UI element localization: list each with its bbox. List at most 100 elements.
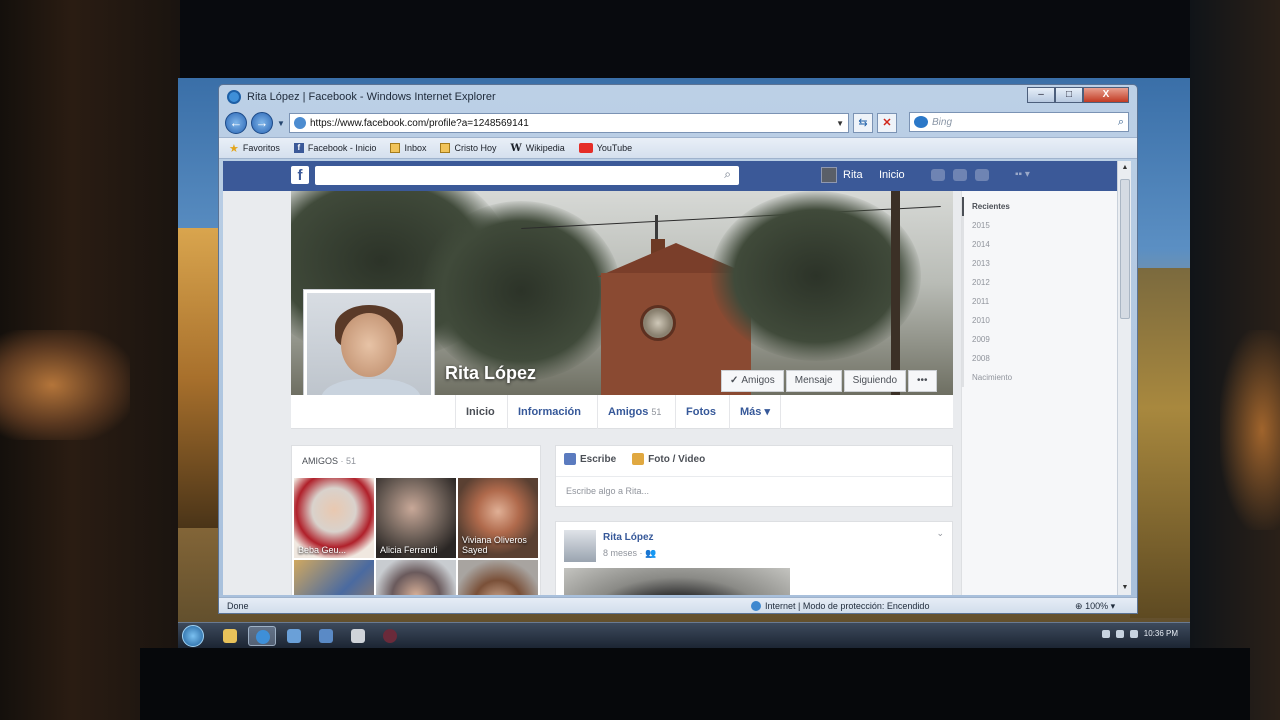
friend-tile[interactable]: Alicia Ferrandi (376, 478, 456, 558)
back-button[interactable]: ← (225, 112, 247, 134)
taskbar-app[interactable] (344, 626, 372, 646)
favorite-youtube[interactable]: YouTube (578, 143, 633, 153)
friend-name: Viviana Oliveros Sayed (462, 535, 527, 555)
tab-informacion[interactable]: Información (507, 395, 591, 429)
timeline-item[interactable]: 2015 (962, 216, 1117, 235)
post-author[interactable]: Rita López (603, 532, 654, 543)
refresh-button[interactable]: ⇆ (853, 113, 873, 133)
search-icon[interactable]: ⌕ (1118, 116, 1124, 129)
title-bar[interactable]: Rita López | Facebook - Windows Internet… (219, 85, 1137, 109)
post-photo[interactable] (564, 568, 790, 595)
clock[interactable]: 10:36 PM (1144, 629, 1178, 638)
tab-inicio[interactable]: Inicio (455, 395, 505, 429)
zoom-control[interactable]: ⊕ 100% ▾ (1075, 601, 1115, 612)
volume-icon[interactable] (1115, 629, 1124, 638)
scroll-thumb[interactable] (1120, 179, 1130, 319)
ie-icon (256, 630, 270, 644)
friend-tile[interactable] (458, 560, 538, 595)
favorites-button[interactable]: ★ Favoritos (229, 142, 280, 155)
favorite-label: Facebook - Inicio (307, 143, 377, 153)
taskbar-media[interactable] (376, 626, 404, 646)
favorite-facebook[interactable]: f Facebook - Inicio (293, 143, 377, 153)
timeline-item[interactable]: Recientes (962, 197, 1117, 216)
avatar[interactable] (564, 530, 596, 562)
timeline-item[interactable]: 2011 (962, 292, 1117, 311)
favorites-label: Favoritos (242, 143, 280, 153)
taskbar-explorer[interactable] (216, 626, 244, 646)
zoom-dropdown-icon: ▾ (1110, 601, 1116, 611)
history-dropdown-icon[interactable]: ▼ (277, 119, 285, 128)
address-dropdown-icon[interactable]: ▼ (836, 119, 844, 128)
profile-name[interactable]: Rita López (445, 363, 536, 384)
messages-icon[interactable] (953, 169, 967, 181)
friend-tile[interactable]: Beba Geu... (294, 478, 374, 558)
facebook-search-input[interactable]: ⌕ (315, 166, 739, 185)
status-bar: Done Internet | Modo de protección: Ence… (219, 597, 1137, 613)
home-link[interactable]: Inicio (879, 169, 905, 181)
tab-fotos[interactable]: Fotos (675, 395, 726, 429)
photo-video-button[interactable]: Foto / Video (632, 453, 705, 465)
friend-tile[interactable]: Viviana Oliveros Sayed (458, 478, 538, 558)
friend-requests-icon[interactable] (931, 169, 945, 181)
write-post-button[interactable]: Escribe (564, 453, 616, 465)
network-icon[interactable] (1101, 629, 1110, 638)
timeline-item[interactable]: 2010 (962, 311, 1117, 330)
profile-link[interactable]: Rita (821, 167, 863, 183)
tab-mas[interactable]: Más ▾ (729, 395, 781, 429)
friend-tile[interactable] (376, 560, 456, 595)
status-text: Done (227, 601, 249, 611)
message-button[interactable]: Mensaje (785, 370, 842, 392)
facebook-top-bar: f ⌕ Rita Inicio ▪▪ ▾ (223, 161, 1131, 191)
taskbar-security[interactable] (312, 626, 340, 646)
search-input[interactable]: Bing ⌕ (909, 112, 1129, 132)
window-controls: – □ X (1027, 87, 1129, 103)
favorite-cristo-hoy[interactable]: Cristo Hoy (440, 143, 496, 153)
post-options-icon[interactable]: ⌄ (936, 528, 944, 539)
zoom-icon: ⊕ (1075, 601, 1083, 611)
scroll-down-icon[interactable]: ▼ (1118, 581, 1131, 595)
favorite-inbox[interactable]: Inbox (390, 143, 426, 153)
favorite-wikipedia[interactable]: W Wikipedia (510, 143, 564, 154)
friend-tile[interactable] (294, 560, 374, 595)
timeline-item[interactable]: Nacimiento (962, 368, 1117, 387)
cover-cross (655, 215, 658, 239)
address-url[interactable]: https://www.facebook.com/profile?a=12485… (310, 118, 832, 129)
following-button[interactable]: Siguiendo (843, 370, 907, 392)
close-button[interactable]: X (1083, 87, 1129, 103)
security-zone[interactable]: Internet | Modo de protección: Encendido (751, 601, 929, 611)
minimize-button[interactable]: – (1027, 87, 1055, 103)
room-right-background (1190, 0, 1280, 720)
facebook-logo-icon[interactable]: f (291, 166, 309, 184)
timeline-item[interactable]: 2008 (962, 349, 1117, 368)
start-button[interactable] (182, 625, 204, 647)
post-time[interactable]: 8 meses · (603, 548, 645, 558)
maximize-button[interactable]: □ (1055, 87, 1083, 103)
timeline-item[interactable]: 2012 (962, 273, 1117, 292)
favorite-label: Wikipedia (525, 143, 565, 153)
tab-amigos[interactable]: Amigos 51 (597, 395, 671, 429)
settings-dropdown-icon[interactable]: ▪▪ ▾ (1015, 169, 1030, 180)
friends-button[interactable]: ✓ Amigos (721, 370, 784, 392)
composer-input[interactable]: Escribe algo a Rita... (556, 476, 952, 508)
search-icon[interactable]: ⌕ (724, 167, 731, 182)
timeline-item[interactable]: 2014 (962, 235, 1117, 254)
page-content: f ⌕ Rita Inicio ▪▪ ▾ Rita López ✓ Amigos… (223, 161, 1131, 595)
notifications-icon[interactable] (975, 169, 989, 181)
pencil-icon (564, 453, 576, 465)
friends-box-header[interactable]: AMIGOS · 51 (292, 446, 540, 476)
address-bar[interactable]: https://www.facebook.com/profile?a=12485… (289, 113, 849, 133)
more-options-button[interactable]: ••• (908, 370, 937, 392)
app-icon (351, 629, 365, 643)
vertical-scrollbar[interactable]: ▲ ▼ (1117, 161, 1131, 595)
favorite-label: YouTube (596, 143, 633, 153)
taskbar-contacts[interactable] (280, 626, 308, 646)
cover-palm-right (711, 191, 921, 361)
forward-button[interactable]: → (251, 112, 273, 134)
power-icon[interactable] (1129, 629, 1138, 638)
monitor-bezel-bottom (140, 648, 1250, 720)
scroll-up-icon[interactable]: ▲ (1118, 161, 1131, 175)
timeline-item[interactable]: 2009 (962, 330, 1117, 349)
taskbar-internet-explorer[interactable] (248, 626, 276, 646)
stop-button[interactable]: ✕ (877, 113, 897, 133)
timeline-item[interactable]: 2013 (962, 254, 1117, 273)
